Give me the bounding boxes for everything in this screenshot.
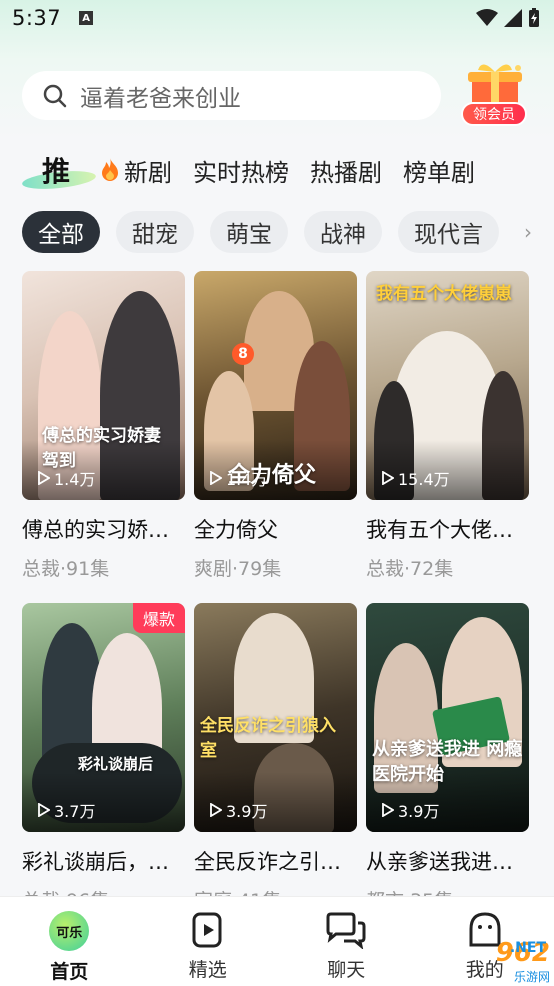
play-count: 1.4万: [210, 466, 267, 490]
tab-label: 榜单剧: [403, 158, 475, 187]
play-count: 3.7万: [38, 798, 95, 822]
nav-featured[interactable]: 精选: [139, 897, 278, 986]
play-card-icon: [192, 912, 222, 948]
vip-button[interactable]: 领会员: [458, 62, 532, 128]
vip-label: 领会员: [461, 102, 527, 126]
chip-all[interactable]: 全部: [22, 211, 100, 253]
chip-sweet[interactable]: 甜宠: [116, 211, 194, 253]
poster-image: 全民反诈之引狼入室 3.9万: [194, 603, 357, 832]
tab-trending[interactable]: 热播剧: [310, 153, 382, 188]
play-count: 15.4万: [382, 466, 450, 490]
drama-card[interactable]: 8 全力倚父 1.4万 全力倚父 爽剧·79集: [194, 271, 357, 581]
search-icon: [43, 84, 67, 107]
drama-meta: 总裁·72集: [366, 558, 454, 580]
tab-ranking[interactable]: 榜单剧: [403, 153, 475, 188]
category-tabs: 推 新剧 实时热榜 热播剧 榜单剧: [21, 148, 554, 192]
chat-bubbles-icon: [326, 912, 366, 949]
play-icon: [38, 803, 50, 817]
drama-card[interactable]: 彩礼谈崩后 爆款 3.7万 彩礼谈崩后，… 总裁·96集: [22, 603, 185, 913]
chip-modern-romance[interactable]: 现代言: [398, 211, 499, 253]
play-count: 3.9万: [210, 798, 267, 822]
tab-new-drama[interactable]: 新剧: [100, 153, 172, 188]
tab-label: 新剧: [124, 158, 172, 187]
battery-icon: [529, 8, 539, 27]
wifi-icon: [476, 9, 498, 26]
hot-badge: 爆款: [132, 603, 185, 633]
search-placeholder: 逼着老爸来创业: [80, 85, 241, 112]
play-count: 3.9万: [382, 798, 439, 822]
play-icon: [210, 803, 222, 817]
tab-recommend[interactable]: 推: [21, 148, 100, 192]
drama-title: 全民反诈之引…: [194, 850, 341, 874]
drama-title: 全力倚父: [194, 518, 278, 542]
drama-title: 从亲爹送我进…: [366, 850, 513, 874]
drama-meta: 总裁·91集: [22, 558, 110, 580]
search-input[interactable]: 逼着老爸来创业: [22, 71, 441, 120]
drama-card[interactable]: 全民反诈之引狼入室 3.9万 全民反诈之引… 家庭·41集: [194, 603, 357, 913]
poster-title-art: 从亲爹送我进 网瘾医院开始: [372, 739, 523, 786]
poster-image: 彩礼谈崩后 爆款 3.7万: [22, 603, 185, 832]
chip-kids[interactable]: 萌宝: [210, 211, 288, 253]
poster-title-art: 傅总的实习娇妻驾到: [42, 426, 161, 471]
nav-home[interactable]: 可乐 首页: [0, 897, 139, 986]
chip-war-god[interactable]: 战神: [304, 211, 382, 253]
poster-title-art: 全民反诈之引狼入室: [200, 716, 336, 761]
play-icon: [38, 471, 50, 485]
play-icon: [382, 803, 394, 817]
drama-card[interactable]: 傅总的实习娇妻驾到 1.4万 傅总的实习娇… 总裁·91集: [22, 271, 185, 581]
status-bar: 5:37 A: [0, 0, 554, 36]
home-logo-icon: 可乐: [49, 911, 90, 951]
poster-image: 我有五个大佬崽崽 15.4万: [366, 271, 529, 500]
drama-card[interactable]: 我有五个大佬崽崽 15.4万 我有五个大佬… 总裁·72集: [366, 271, 529, 581]
play-icon: [210, 471, 222, 485]
tab-realtime-hot[interactable]: 实时热榜: [193, 153, 289, 188]
notification-icon: A: [79, 11, 94, 25]
badge-number-icon: 8: [232, 343, 254, 365]
poster-image: 傅总的实习娇妻驾到 1.4万: [22, 271, 185, 500]
poster-title-art: 彩礼谈崩后: [78, 755, 154, 773]
genre-chips: 全部 甜宠 萌宝 战神 现代言: [22, 210, 554, 254]
watermark-logo: 962 .NET 乐游网: [495, 937, 550, 984]
nav-chat[interactable]: 聊天: [277, 897, 416, 986]
drama-title: 我有五个大佬…: [366, 518, 513, 542]
play-count: 1.4万: [38, 466, 95, 490]
drama-title: 彩礼谈崩后，…: [22, 850, 169, 874]
signal-icon: [504, 9, 522, 27]
nav-label: 首页: [50, 961, 89, 983]
poster-title-art: 我有五个大佬崽崽: [376, 284, 512, 304]
nav-label: 精选: [188, 959, 227, 981]
poster-image: 从亲爹送我进 网瘾医院开始 3.9万: [366, 603, 529, 832]
tab-label: 推: [42, 155, 71, 188]
drama-card[interactable]: 从亲爹送我进 网瘾医院开始 3.9万 从亲爹送我进… 都市·35集: [366, 603, 529, 913]
status-time: 5:37: [12, 6, 62, 30]
tab-label: 热播剧: [310, 158, 382, 187]
nav-label: 聊天: [327, 959, 366, 981]
tab-label: 实时热榜: [193, 158, 289, 187]
poster-image: 8 全力倚父 1.4万: [194, 271, 357, 500]
flame-icon: [102, 158, 118, 181]
play-icon: [382, 471, 394, 485]
drama-title: 傅总的实习娇…: [22, 518, 169, 542]
chevron-right-icon[interactable]: ›: [498, 210, 554, 254]
status-indicators: [476, 8, 540, 28]
drama-meta: 爽剧·79集: [194, 558, 282, 580]
